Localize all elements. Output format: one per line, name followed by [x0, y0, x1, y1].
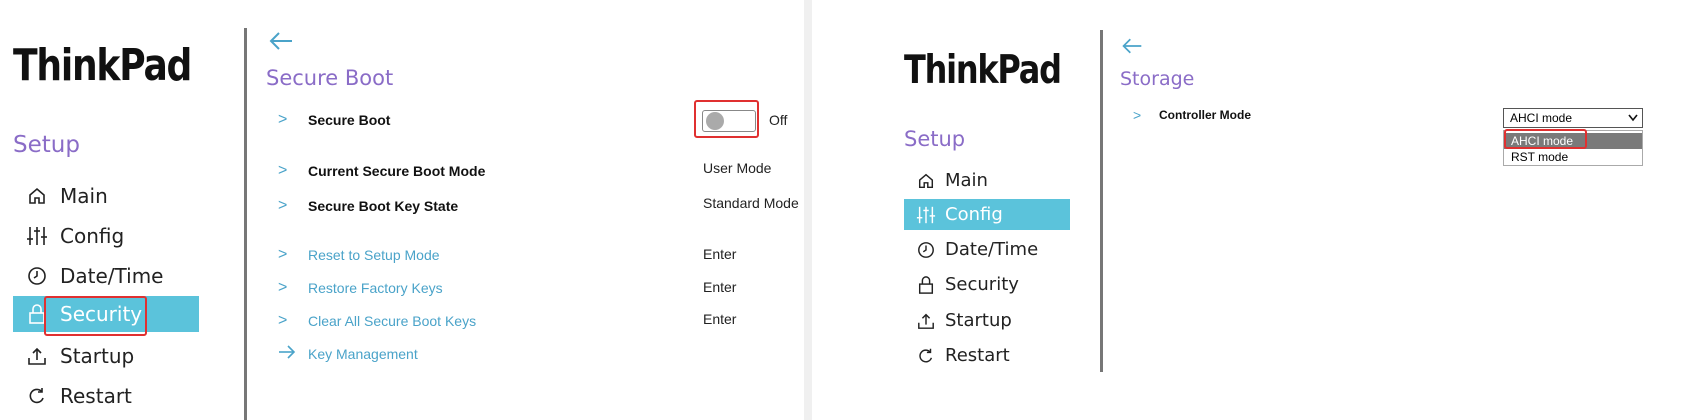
nav-item-security[interactable]: Security: [904, 269, 1070, 300]
setup-title: Setup: [13, 132, 80, 158]
setting-label: Secure Boot Key State: [308, 198, 459, 214]
home-icon: [913, 172, 939, 190]
setting-row[interactable]: > Secure Boot: [278, 110, 390, 130]
secure-boot-screen: ThinkPad Setup Main Config Date/Time Sec…: [0, 0, 804, 420]
nav-label: Security: [945, 274, 1019, 295]
highlight-box: [44, 296, 147, 336]
home-icon: [22, 186, 52, 206]
nav-item-main[interactable]: Main: [904, 165, 1070, 196]
nav-item-startup[interactable]: Startup: [13, 338, 199, 374]
setting-label: Secure Boot: [308, 112, 391, 128]
chevron-right-icon: >: [278, 279, 288, 296]
setting-link[interactable]: Key Management: [308, 346, 418, 362]
setting-row[interactable]: > Current Secure Boot Mode: [278, 161, 485, 181]
chevron-right-icon: >: [1133, 107, 1142, 123]
arrow-right-icon: [278, 344, 308, 364]
nav-item-restart[interactable]: Restart: [904, 340, 1070, 371]
thinkpad-logo: ThinkPad: [13, 40, 192, 91]
chevron-right-icon: >: [278, 312, 288, 329]
setting-value: Enter: [703, 246, 737, 262]
nav-item-datetime[interactable]: Date/Time: [904, 234, 1070, 265]
storage-screen: ThinkPad Setup Main Config Date/Time Sec…: [812, 0, 1681, 420]
chevron-down-icon: [1628, 111, 1638, 125]
page-title: Secure Boot: [266, 66, 394, 90]
thinkpad-logo: ThinkPad: [904, 48, 1062, 93]
nav-label: Config: [60, 224, 125, 248]
setting-row[interactable]: > Clear All Secure Boot Keys: [278, 311, 476, 331]
upload-icon: [913, 312, 939, 330]
controller-mode-select[interactable]: AHCI mode: [1503, 108, 1643, 128]
nav-label: Restart: [945, 345, 1010, 366]
restart-icon: [913, 347, 939, 365]
clock-icon: [913, 241, 939, 259]
upload-icon: [22, 346, 52, 366]
highlight-box: [694, 100, 759, 138]
setup-title: Setup: [904, 127, 966, 151]
setting-row[interactable]: > Secure Boot Key State: [278, 196, 458, 216]
setting-value: Standard Mode: [703, 195, 799, 211]
setting-link[interactable]: Reset to Setup Mode: [308, 247, 440, 263]
setting-link[interactable]: Clear All Secure Boot Keys: [308, 313, 476, 329]
back-arrow-icon[interactable]: [1121, 36, 1143, 61]
chevron-right-icon: >: [278, 162, 288, 179]
nav-label: Restart: [60, 384, 132, 408]
setting-row[interactable]: > Controller Mode: [1133, 106, 1251, 124]
dropdown-option[interactable]: RST mode: [1504, 149, 1642, 165]
sliders-icon: [22, 225, 52, 247]
chevron-right-icon: >: [278, 197, 288, 214]
nav-label: Main: [945, 170, 988, 191]
setting-value: Enter: [703, 279, 737, 295]
nav-label: Startup: [945, 310, 1012, 331]
restart-icon: [22, 386, 52, 406]
nav-item-main[interactable]: Main: [13, 178, 199, 214]
setting-row[interactable]: > Reset to Setup Mode: [278, 245, 440, 265]
nav-item-restart[interactable]: Restart: [13, 378, 199, 414]
nav-item-config[interactable]: Config: [13, 218, 199, 254]
lock-icon: [913, 275, 939, 295]
toggle-state: Off: [769, 112, 788, 128]
back-arrow-icon[interactable]: [268, 30, 294, 57]
page-title: Storage: [1120, 68, 1195, 90]
setting-value: User Mode: [703, 160, 772, 176]
clock-icon: [22, 266, 52, 286]
nav-label: Startup: [60, 344, 135, 368]
chevron-right-icon: >: [278, 111, 288, 128]
divider: [1100, 30, 1103, 372]
nav-item-startup[interactable]: Startup: [904, 305, 1070, 336]
setting-value: Enter: [703, 311, 737, 327]
nav-item-config[interactable]: Config: [904, 199, 1070, 230]
setting-row[interactable]: > Restore Factory Keys: [278, 278, 443, 298]
select-value: AHCI mode: [1510, 111, 1573, 125]
setting-label: Controller Mode: [1159, 108, 1251, 122]
nav-label: Config: [945, 204, 1003, 225]
setting-row[interactable]: Key Management: [278, 344, 418, 364]
chevron-right-icon: >: [278, 246, 288, 263]
highlight-box: [1504, 129, 1587, 149]
nav-label: Date/Time: [945, 239, 1039, 260]
nav-label: Date/Time: [60, 264, 164, 288]
nav-item-datetime[interactable]: Date/Time: [13, 258, 199, 294]
setting-link[interactable]: Restore Factory Keys: [308, 280, 443, 296]
divider: [244, 28, 247, 420]
nav-label: Main: [60, 184, 108, 208]
setting-label: Current Secure Boot Mode: [308, 163, 486, 179]
panel-gap: [804, 0, 812, 420]
sliders-icon: [913, 205, 939, 225]
